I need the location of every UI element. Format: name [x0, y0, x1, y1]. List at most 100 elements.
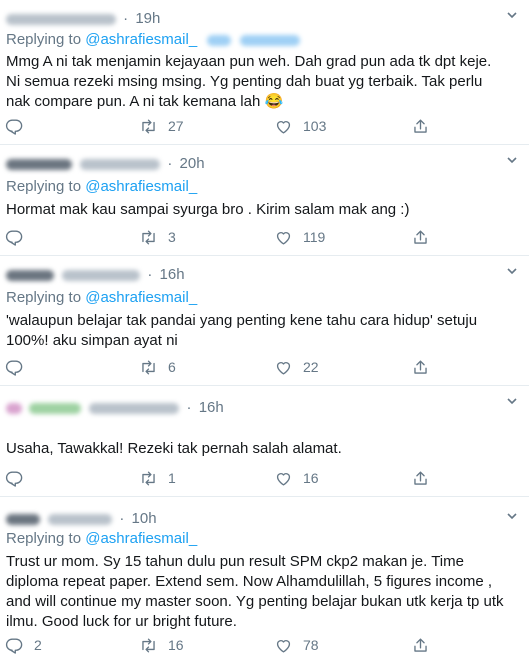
reply-button[interactable]: [5, 114, 34, 138]
replying-prefix: Replying to: [6, 178, 82, 195]
tweet-header: · 10h: [6, 510, 157, 527]
like-count: 119: [303, 229, 326, 245]
share-button[interactable]: [411, 466, 430, 490]
redacted-handle-2: [239, 34, 300, 46]
tweet-text: Usaha, Tawakkal! Rezeki tak pernah salah…: [6, 440, 342, 457]
reply-button[interactable]: [5, 225, 34, 249]
like-button[interactable]: 22: [274, 355, 319, 379]
share-icon: [414, 229, 427, 244]
tweet-time[interactable]: 16h: [160, 266, 185, 283]
tweet-text: Hormat mak kau sampai syurga bro . Kirim…: [6, 201, 410, 218]
redacted-username: [80, 158, 161, 170]
chevron-down-icon[interactable]: [507, 155, 517, 165]
redacted-display-name: [6, 269, 54, 281]
retweet-button[interactable]: 3: [139, 225, 176, 249]
reply-count: 2: [34, 637, 42, 653]
share-button[interactable]: [411, 225, 430, 249]
tweet-time[interactable]: 10h: [132, 510, 157, 527]
tweet-actions: 3 119: [0, 225, 529, 249]
retweet-icon: [142, 637, 155, 653]
separator-dot: ·: [167, 155, 173, 172]
like-count: 103: [303, 118, 327, 134]
retweet-button[interactable]: 16: [139, 633, 184, 657]
heart-icon: [276, 120, 291, 134]
redacted-display-name: [29, 402, 82, 414]
reply-button[interactable]: 2: [5, 633, 42, 657]
retweet-icon: [142, 470, 155, 486]
tweet-header: · 19h: [6, 10, 160, 27]
redacted-username: [48, 513, 113, 525]
replying-to: Replying to @ashrafiesmail_: [6, 178, 197, 195]
separator-dot: ·: [147, 266, 153, 283]
like-button[interactable]: 78: [274, 633, 319, 657]
reply-icon: [5, 470, 23, 487]
like-button[interactable]: 16: [274, 466, 319, 490]
retweet-count: 1: [168, 470, 176, 486]
retweet-icon: [142, 118, 155, 134]
tweet-2[interactable]: · 20h Replying to @ashrafiesmail_ Hormat…: [0, 145, 529, 256]
redacted-username: [62, 269, 141, 281]
share-icon: [414, 359, 427, 374]
share-icon: [414, 470, 427, 485]
retweet-button[interactable]: 1: [139, 466, 176, 490]
tweet-header: · 20h: [6, 155, 205, 172]
replying-prefix: Replying to: [6, 289, 82, 306]
retweet-count: 3: [168, 229, 176, 245]
reply-button[interactable]: [5, 355, 34, 379]
reply-handle-link[interactable]: @ashrafiesmail_: [85, 530, 197, 547]
share-button[interactable]: [411, 114, 430, 138]
reply-handle-link[interactable]: @ashrafiesmail_: [85, 31, 197, 48]
share-icon: [414, 118, 427, 133]
separator-dot: ·: [119, 510, 125, 527]
retweet-icon: [142, 359, 155, 375]
tweet-5[interactable]: · 10h Replying to @ashrafiesmail_ Trust …: [0, 497, 529, 661]
redacted-username: [6, 13, 116, 25]
like-button[interactable]: 119: [274, 225, 325, 249]
replying-prefix: Replying to: [6, 530, 82, 547]
retweet-button[interactable]: 27: [139, 114, 184, 138]
reply-icon: [5, 118, 23, 135]
reply-handle-link[interactable]: @ashrafiesmail_: [85, 178, 197, 195]
tweet-4[interactable]: · 16h Usaha, Tawakkal! Rezeki tak pernah…: [0, 386, 529, 497]
replying-to: Replying to @ashrafiesmail_: [6, 530, 197, 547]
reply-icon: [5, 229, 23, 246]
retweet-count: 27: [168, 118, 184, 134]
chevron-down-icon[interactable]: [507, 10, 517, 20]
retweet-button[interactable]: 6: [139, 355, 176, 379]
retweet-count: 6: [168, 359, 176, 375]
reply-icon: [5, 359, 23, 376]
share-button[interactable]: [411, 633, 430, 657]
heart-icon: [276, 231, 291, 245]
heart-icon: [276, 639, 291, 653]
separator-dot: ·: [123, 10, 129, 27]
chevron-down-icon[interactable]: [507, 396, 517, 406]
share-button[interactable]: [411, 355, 430, 379]
like-count: 78: [303, 637, 319, 653]
like-button[interactable]: 103: [274, 114, 326, 138]
tweet-header: · 16h: [6, 399, 224, 416]
share-icon: [414, 637, 427, 652]
chevron-down-icon[interactable]: [507, 266, 517, 276]
tweet-1[interactable]: · 19h Replying to @ashrafiesmail_ Mmg A …: [0, 0, 529, 145]
tweet-time[interactable]: 20h: [180, 155, 205, 172]
tweet-actions: 2 16 78: [0, 633, 529, 657]
heart-icon: [276, 361, 291, 375]
tweet-time[interactable]: 19h: [135, 10, 160, 27]
tweet-3[interactable]: · 16h Replying to @ashrafiesmail_ 'walau…: [0, 256, 529, 386]
redacted-handle-1: [207, 34, 232, 46]
reply-icon: [5, 637, 23, 654]
retweet-count: 16: [168, 637, 184, 653]
retweet-icon: [142, 229, 155, 245]
redacted-username: [89, 402, 180, 414]
tweet-actions: 1 16: [0, 466, 529, 490]
tweet-actions: 27 103: [0, 114, 529, 138]
tweet-time[interactable]: 16h: [199, 399, 224, 416]
chevron-down-icon[interactable]: [507, 511, 517, 521]
tweet-text: Mmg A ni tak menjamin kejayaan pun weh. …: [6, 53, 492, 110]
reply-handle-link[interactable]: @ashrafiesmail_: [85, 289, 197, 306]
reply-button[interactable]: [5, 466, 34, 490]
redacted-display-name: [6, 158, 72, 170]
like-count: 16: [303, 470, 319, 486]
replying-to: Replying to @ashrafiesmail_: [6, 289, 197, 306]
tweet-header: · 16h: [6, 266, 185, 283]
